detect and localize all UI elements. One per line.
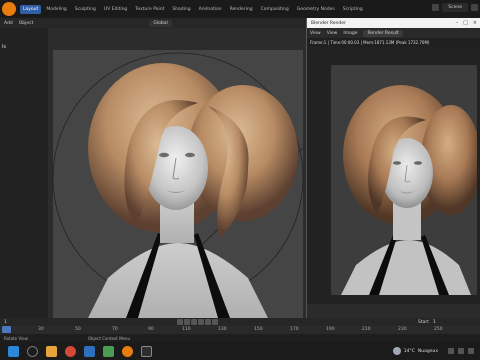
top-right-controls: Scene [432, 3, 478, 12]
weather-temp: 14°C [403, 348, 415, 354]
app-icon-3[interactable] [141, 345, 152, 357]
jump-start-icon[interactable] [176, 319, 183, 325]
current-frame-indicator[interactable] [2, 326, 11, 333]
orientation-dropdown[interactable]: Global [149, 19, 172, 27]
frame-tick: 50 [75, 327, 81, 332]
current-frame-box[interactable]: 1 [4, 320, 7, 325]
frame-tick: 90 [148, 327, 154, 332]
frame-tick: 70 [112, 327, 118, 332]
render-view-menu-2[interactable]: View [327, 31, 338, 36]
timeline-header: 1 Start 1 [0, 318, 480, 326]
render-window-menu: View View Image Render Result [307, 28, 480, 38]
status-middle: Object Context Menu [87, 335, 131, 341]
add-menu[interactable]: Add [4, 21, 13, 26]
frame-tick: 130 [218, 327, 227, 332]
maximize-icon[interactable]: □ [463, 20, 468, 26]
rendered-character [341, 85, 477, 295]
render-info: Frame:1 | Time:00:00.03 | Mem:1871.13M (… [307, 38, 480, 47]
3d-viewport[interactable] [48, 28, 308, 318]
tab-shading[interactable]: Shading [169, 5, 193, 14]
weather-widget[interactable]: 14°C Nuageux [392, 347, 438, 355]
left-panel-label: ls [2, 44, 6, 50]
render-slot-dropdown[interactable]: Render Result [363, 29, 403, 37]
system-tray [448, 348, 474, 354]
tab-uv-editing[interactable]: UV Editing [101, 5, 130, 14]
frame-tick: 170 [290, 327, 299, 332]
start-frame-value[interactable]: 1 [433, 320, 436, 325]
frame-tick: 150 [254, 327, 263, 332]
render-window-footer [307, 304, 480, 318]
app-icon[interactable] [84, 345, 95, 357]
object-menu[interactable]: Object [19, 21, 34, 26]
blender-taskbar-icon[interactable] [122, 345, 133, 357]
start-frame-label: Start [417, 319, 429, 325]
left-panel: ls [0, 28, 48, 318]
app-icon-2[interactable] [103, 345, 114, 357]
cloud-icon [392, 347, 401, 355]
weather-text: Nuageux [417, 348, 438, 354]
blender-logo-icon[interactable] [2, 2, 16, 16]
workspace-tabs: Layout Modeling Sculpting UV Editing Tex… [20, 4, 366, 14]
tab-scripting[interactable]: Scripting [340, 5, 366, 14]
top-bar: Layout Modeling Sculpting UV Editing Tex… [0, 0, 480, 18]
render-window: Blender Render – □ × View View Image Ren… [306, 18, 480, 318]
prev-keyframe-icon[interactable] [183, 319, 190, 325]
close-icon[interactable]: × [473, 20, 477, 26]
windows-start-icon[interactable] [8, 345, 19, 357]
render-window-titlebar: Blender Render – □ × [307, 18, 480, 28]
browser-icon[interactable] [65, 345, 76, 357]
render-window-title: Blender Render [311, 20, 346, 26]
tab-sculpting[interactable]: Sculpting [72, 5, 99, 14]
playback-controls [176, 319, 218, 325]
frame-tick: 110 [182, 327, 191, 332]
next-keyframe-icon[interactable] [204, 319, 211, 325]
frame-ruler[interactable]: 30 50 70 90 110 130 150 170 190 210 230 … [0, 326, 480, 334]
jump-end-icon[interactable] [211, 319, 218, 325]
status-bar: Rotate View Object Context Menu [0, 334, 480, 342]
play-reverse-icon[interactable] [190, 319, 197, 325]
minimize-icon[interactable]: – [456, 20, 459, 26]
frame-tick: 230 [398, 327, 407, 332]
tab-geometry-nodes[interactable]: Geometry Nodes [294, 5, 338, 14]
tab-modeling[interactable]: Modeling [43, 5, 69, 14]
render-image-menu[interactable]: Image [343, 31, 357, 36]
os-taskbar: 14°C Nuageux [0, 342, 480, 360]
file-explorer-icon[interactable] [46, 345, 57, 357]
tab-layout[interactable]: Layout [20, 4, 42, 14]
character-render [52, 52, 304, 318]
render-result-canvas[interactable] [331, 65, 477, 295]
tray-icon[interactable] [448, 348, 454, 354]
tab-texture-paint[interactable]: Texture Paint [132, 5, 167, 14]
frame-tick: 250 [434, 327, 443, 332]
frame-tick: 190 [326, 327, 335, 332]
view-layer-icon[interactable] [471, 4, 478, 11]
tray-icon[interactable] [468, 348, 474, 354]
search-icon[interactable] [27, 345, 38, 357]
status-left: Rotate View [4, 335, 28, 341]
render-view-menu[interactable]: View [310, 31, 321, 36]
tab-compositing[interactable]: Compositing [258, 5, 292, 14]
play-icon[interactable] [197, 319, 204, 325]
tab-rendering[interactable]: Rendering [227, 5, 256, 14]
scene-selector[interactable]: Scene [442, 3, 468, 12]
tray-icon[interactable] [458, 348, 464, 354]
frame-tick: 30 [38, 327, 44, 332]
tab-animation[interactable]: Animation [196, 5, 225, 14]
scene-icon[interactable] [432, 4, 440, 11]
frame-tick: 210 [362, 327, 371, 332]
